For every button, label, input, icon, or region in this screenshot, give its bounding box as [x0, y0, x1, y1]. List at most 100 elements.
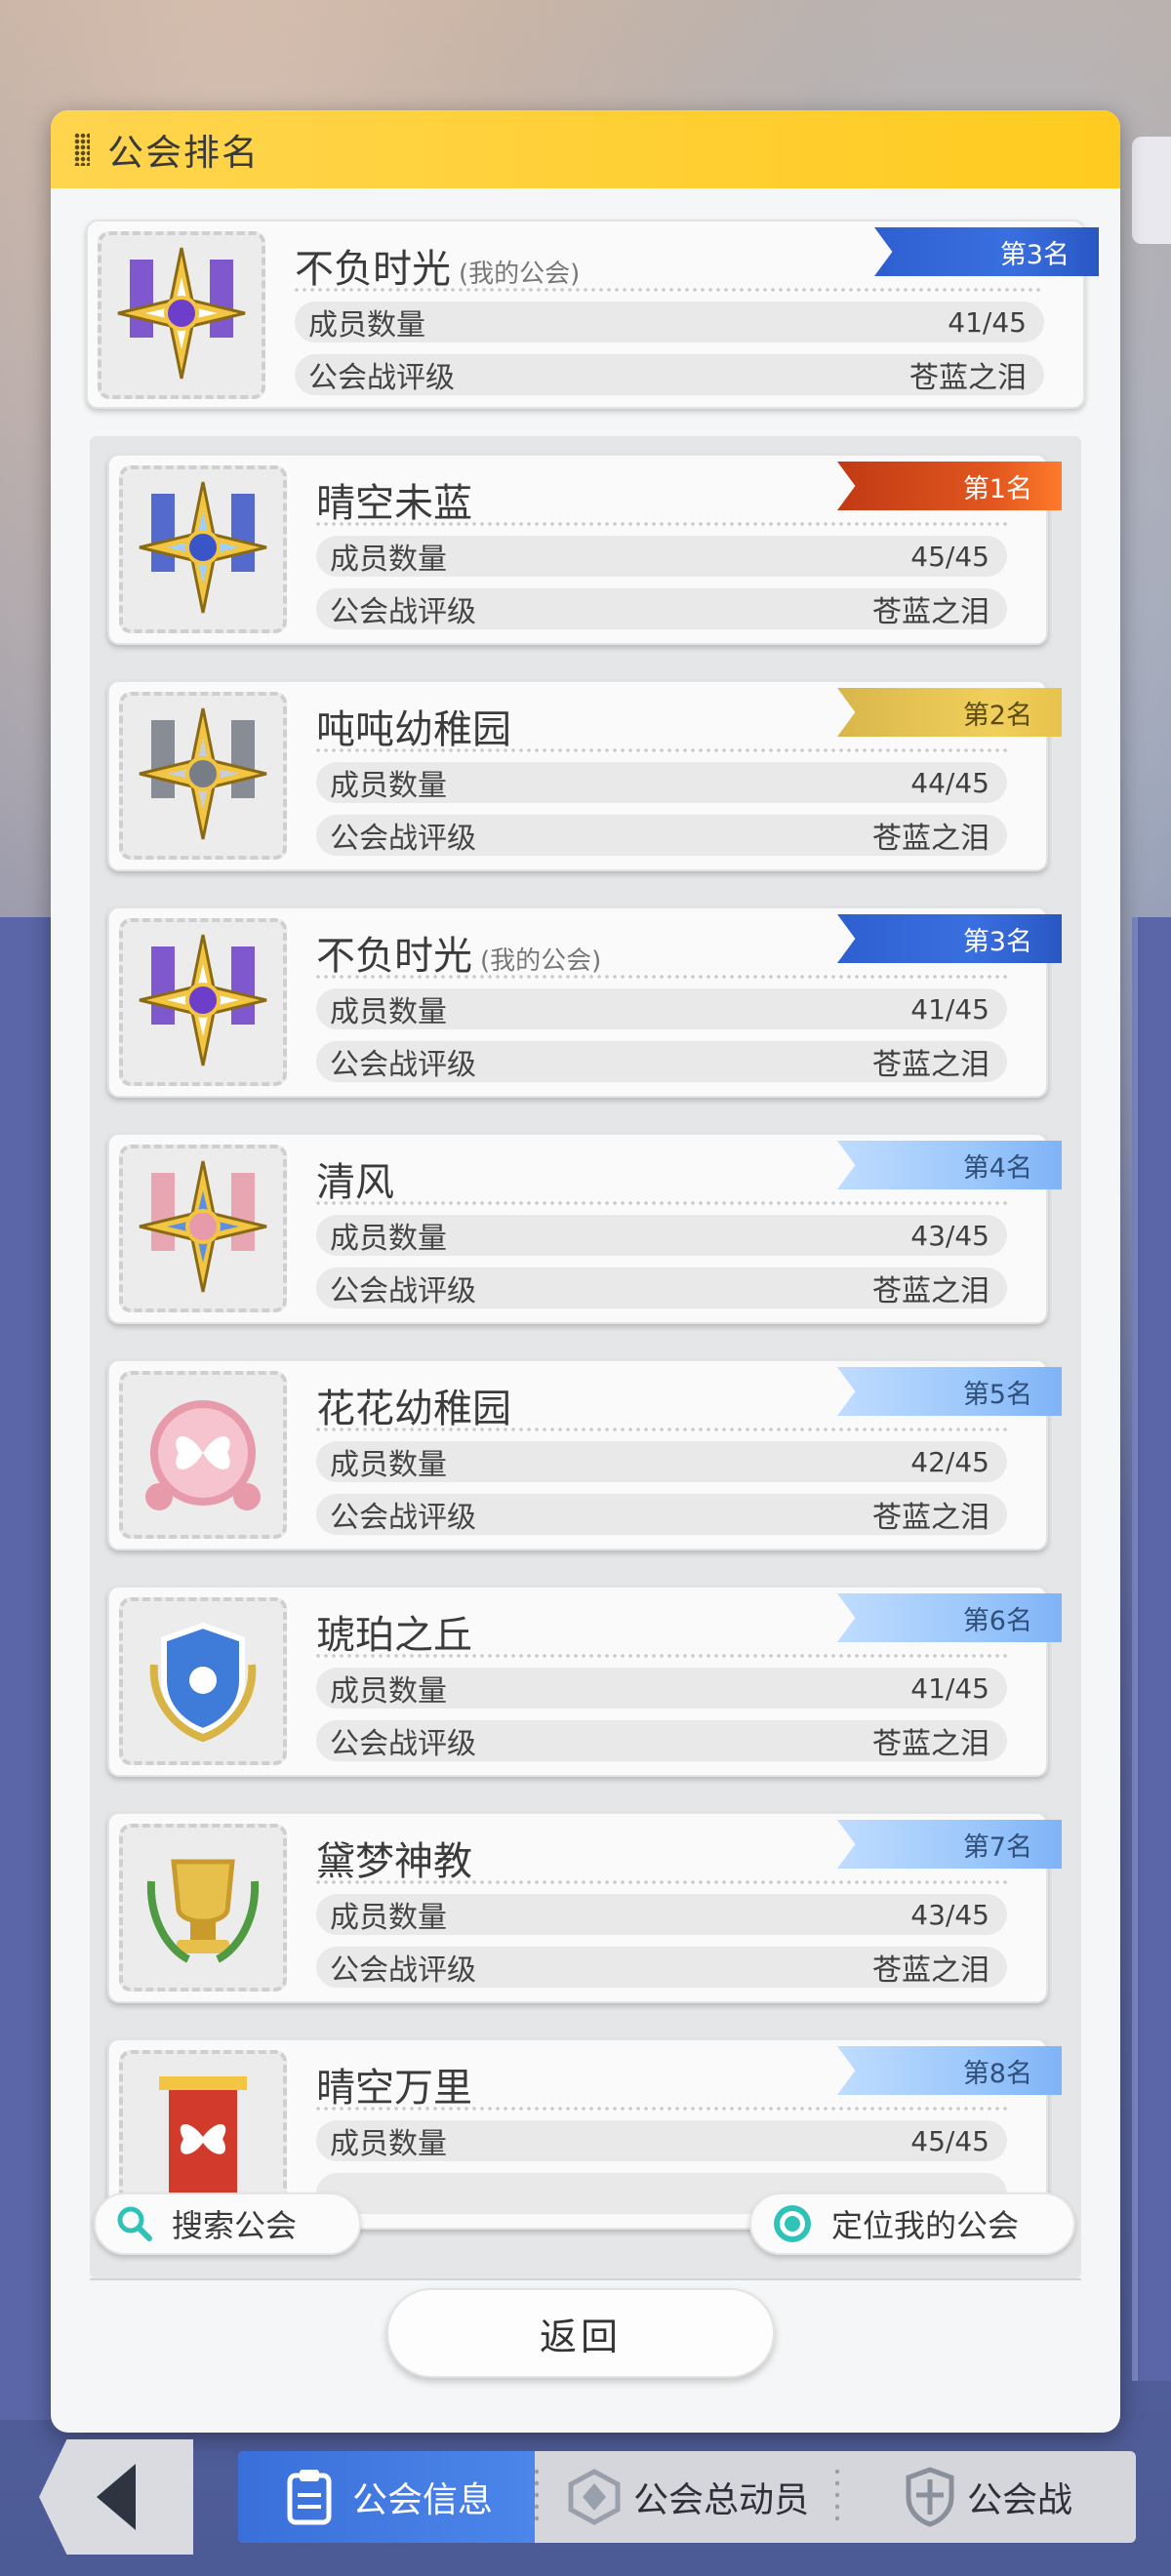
my-guild-card-wrap: 不负时光 (我的公会) 成员数量 41/45 公会战评级 苍蓝之泪 第3名	[86, 220, 1099, 409]
rating-value: 苍蓝之泪	[872, 1727, 989, 1761]
rank-label: 第8名	[962, 2058, 1032, 2089]
rank-label: 第1名	[962, 473, 1032, 504]
guild-ranking-panel: 公会排名 不负时光 (我的公会) 成员数量 41/45 公会战评级 苍蓝之泪 第3…	[51, 110, 1120, 2433]
rating-value: 苍蓝之泪	[872, 1953, 989, 1988]
back-label: 返回	[539, 2314, 622, 2358]
rank-label: 第3名	[999, 239, 1070, 270]
members-row: 成员数量 41/45	[316, 1668, 1007, 1709]
divider	[90, 2278, 1081, 2280]
rating-row: 公会战评级 苍蓝之泪	[295, 354, 1044, 395]
guild-name: 晴空未蓝	[316, 481, 472, 526]
dotted-divider	[293, 288, 1044, 292]
panel-header: 公会排名	[51, 110, 1120, 188]
rank-ribbon: 第5名	[837, 1367, 1062, 1416]
guild-name: 琥珀之丘	[316, 1613, 472, 1658]
trophy-emblem-icon	[130, 1832, 276, 1983]
members-label: 成员数量	[330, 1674, 447, 1709]
dotted-divider	[314, 522, 1007, 526]
blue-star-emblem-icon	[130, 474, 276, 624]
rating-value: 苍蓝之泪	[909, 361, 1027, 395]
rating-row: 公会战评级 苍蓝之泪	[316, 1268, 1007, 1308]
tab-guild-war-label: 公会战	[966, 2480, 1072, 2520]
ranking-card[interactable]: 清风 成员数量 43/45 公会战评级 苍蓝之泪 第4名	[107, 1133, 1062, 1324]
rank-label: 第3名	[962, 926, 1032, 957]
dotted-divider	[314, 2107, 1007, 2111]
my-guild-tag: (我的公会)	[459, 260, 581, 289]
deer-shield-emblem-icon	[130, 1606, 276, 1756]
ranking-list[interactable]: 晴空未蓝 成员数量 45/45 公会战评级 苍蓝之泪 第1名 吨吨幼稚园 成员数…	[90, 436, 1081, 2278]
bottom-nav-bar: 公会信息 公会总动员 公会战	[238, 2451, 1136, 2543]
dotted-divider	[314, 1201, 1007, 1205]
locate-my-guild-button[interactable]: 定位我的公会	[749, 2193, 1075, 2255]
rank-label: 第2名	[962, 700, 1032, 731]
hexagon-emblem-icon	[568, 2469, 621, 2525]
clipboard-icon	[287, 2470, 332, 2525]
rating-label: 公会战评级	[330, 1953, 476, 1988]
ranking-card[interactable]: 琥珀之丘 成员数量 41/45 公会战评级 苍蓝之泪 第6名	[107, 1586, 1062, 1777]
purple-banner-emblem-icon	[108, 240, 255, 390]
rank-label: 第4名	[962, 1152, 1032, 1184]
members-row: 成员数量 45/45	[316, 536, 1007, 577]
tab-guild-info-label: 公会信息	[351, 2480, 493, 2520]
rating-row: 公会战评级 苍蓝之泪	[316, 815, 1007, 856]
tab-guild-war[interactable]: 公会战	[839, 2451, 1136, 2543]
background-left-panel	[0, 917, 59, 2420]
members-value: 41/45	[910, 992, 989, 1026]
members-value: 41/45	[910, 1671, 989, 1705]
guild-name: 黛梦神教	[316, 1839, 472, 1884]
rank-label: 第5名	[962, 1379, 1032, 1410]
guild-emblem	[119, 1371, 287, 1539]
background-menu-tab[interactable]	[1132, 137, 1171, 244]
shield-icon	[906, 2467, 954, 2527]
rank-ribbon: 第6名	[837, 1593, 1062, 1642]
members-row: 成员数量 43/45	[316, 1215, 1007, 1256]
guild-name: 不负时光 (我的公会)	[295, 247, 581, 292]
back-button[interactable]: 返回	[386, 2288, 775, 2378]
dotted-divider	[314, 1654, 1007, 1658]
members-value: 42/45	[910, 1445, 989, 1478]
ranking-card[interactable]: 吨吨幼稚园 成员数量 44/45 公会战评级 苍蓝之泪 第2名	[107, 680, 1062, 871]
rating-value: 苍蓝之泪	[872, 595, 989, 629]
guild-emblem	[98, 231, 265, 399]
rating-label: 公会战评级	[330, 1501, 476, 1535]
ranking-card[interactable]: 花花幼稚园 成员数量 42/45 公会战评级 苍蓝之泪 第5名	[107, 1359, 1062, 1550]
locate-icon	[774, 2205, 811, 2242]
members-row: 成员数量 41/45	[316, 988, 1007, 1029]
guild-emblem	[119, 918, 287, 1086]
guild-emblem	[119, 692, 287, 860]
members-row: 成员数量 45/45	[316, 2120, 1007, 2161]
members-value: 45/45	[910, 2124, 989, 2157]
nav-back-button[interactable]	[39, 2439, 193, 2555]
guild-name: 花花幼稚园	[316, 1387, 511, 1431]
rating-label: 公会战评级	[330, 595, 476, 629]
rating-row: 公会战评级 苍蓝之泪	[316, 588, 1007, 629]
rank-ribbon: 第2名	[837, 688, 1062, 737]
members-label: 成员数量	[330, 1448, 447, 1482]
panel-title: 公会排名	[107, 132, 260, 174]
rank-ribbon: 第7名	[837, 1820, 1062, 1869]
rating-row: 公会战评级 苍蓝之泪	[316, 1720, 1007, 1761]
rating-row: 公会战评级 苍蓝之泪	[316, 1494, 1007, 1535]
tab-guild-mobilization[interactable]: 公会总动员	[539, 2451, 835, 2543]
ranking-card[interactable]: 晴空未蓝 成员数量 45/45 公会战评级 苍蓝之泪 第1名	[107, 454, 1062, 645]
rating-row: 公会战评级 苍蓝之泪	[316, 1947, 1007, 1988]
rank-ribbon: 第4名	[837, 1141, 1062, 1189]
rose-star-emblem-icon	[130, 1153, 276, 1304]
rating-value: 苍蓝之泪	[872, 1048, 989, 1082]
ranking-card[interactable]: 不负时光 (我的公会) 成员数量 41/45 公会战评级 苍蓝之泪 第3名	[107, 906, 1062, 1098]
rating-value: 苍蓝之泪	[872, 822, 989, 856]
rank-ribbon: 第8名	[837, 2046, 1062, 2095]
members-row: 成员数量 43/45	[316, 1894, 1007, 1935]
members-label: 成员数量	[308, 308, 425, 342]
search-icon	[117, 2206, 152, 2241]
my-guild-card[interactable]: 不负时光 (我的公会) 成员数量 41/45 公会战评级 苍蓝之泪 第3名	[86, 220, 1099, 409]
tab-guild-mobilization-label: 公会总动员	[632, 2480, 809, 2520]
rating-label: 公会战评级	[330, 1274, 476, 1308]
ranking-card[interactable]: 黛梦神教 成员数量 43/45 公会战评级 苍蓝之泪 第7名	[107, 1812, 1062, 2003]
background-right-panel	[1132, 917, 1171, 2381]
guild-name: 清风	[316, 1160, 394, 1205]
my-guild-tag: (我的公会)	[480, 946, 602, 976]
tab-guild-info[interactable]: 公会信息	[238, 2451, 535, 2543]
guild-name: 不负时光 (我的公会)	[316, 934, 602, 979]
search-guild-button[interactable]: 搜索公会	[94, 2193, 361, 2255]
